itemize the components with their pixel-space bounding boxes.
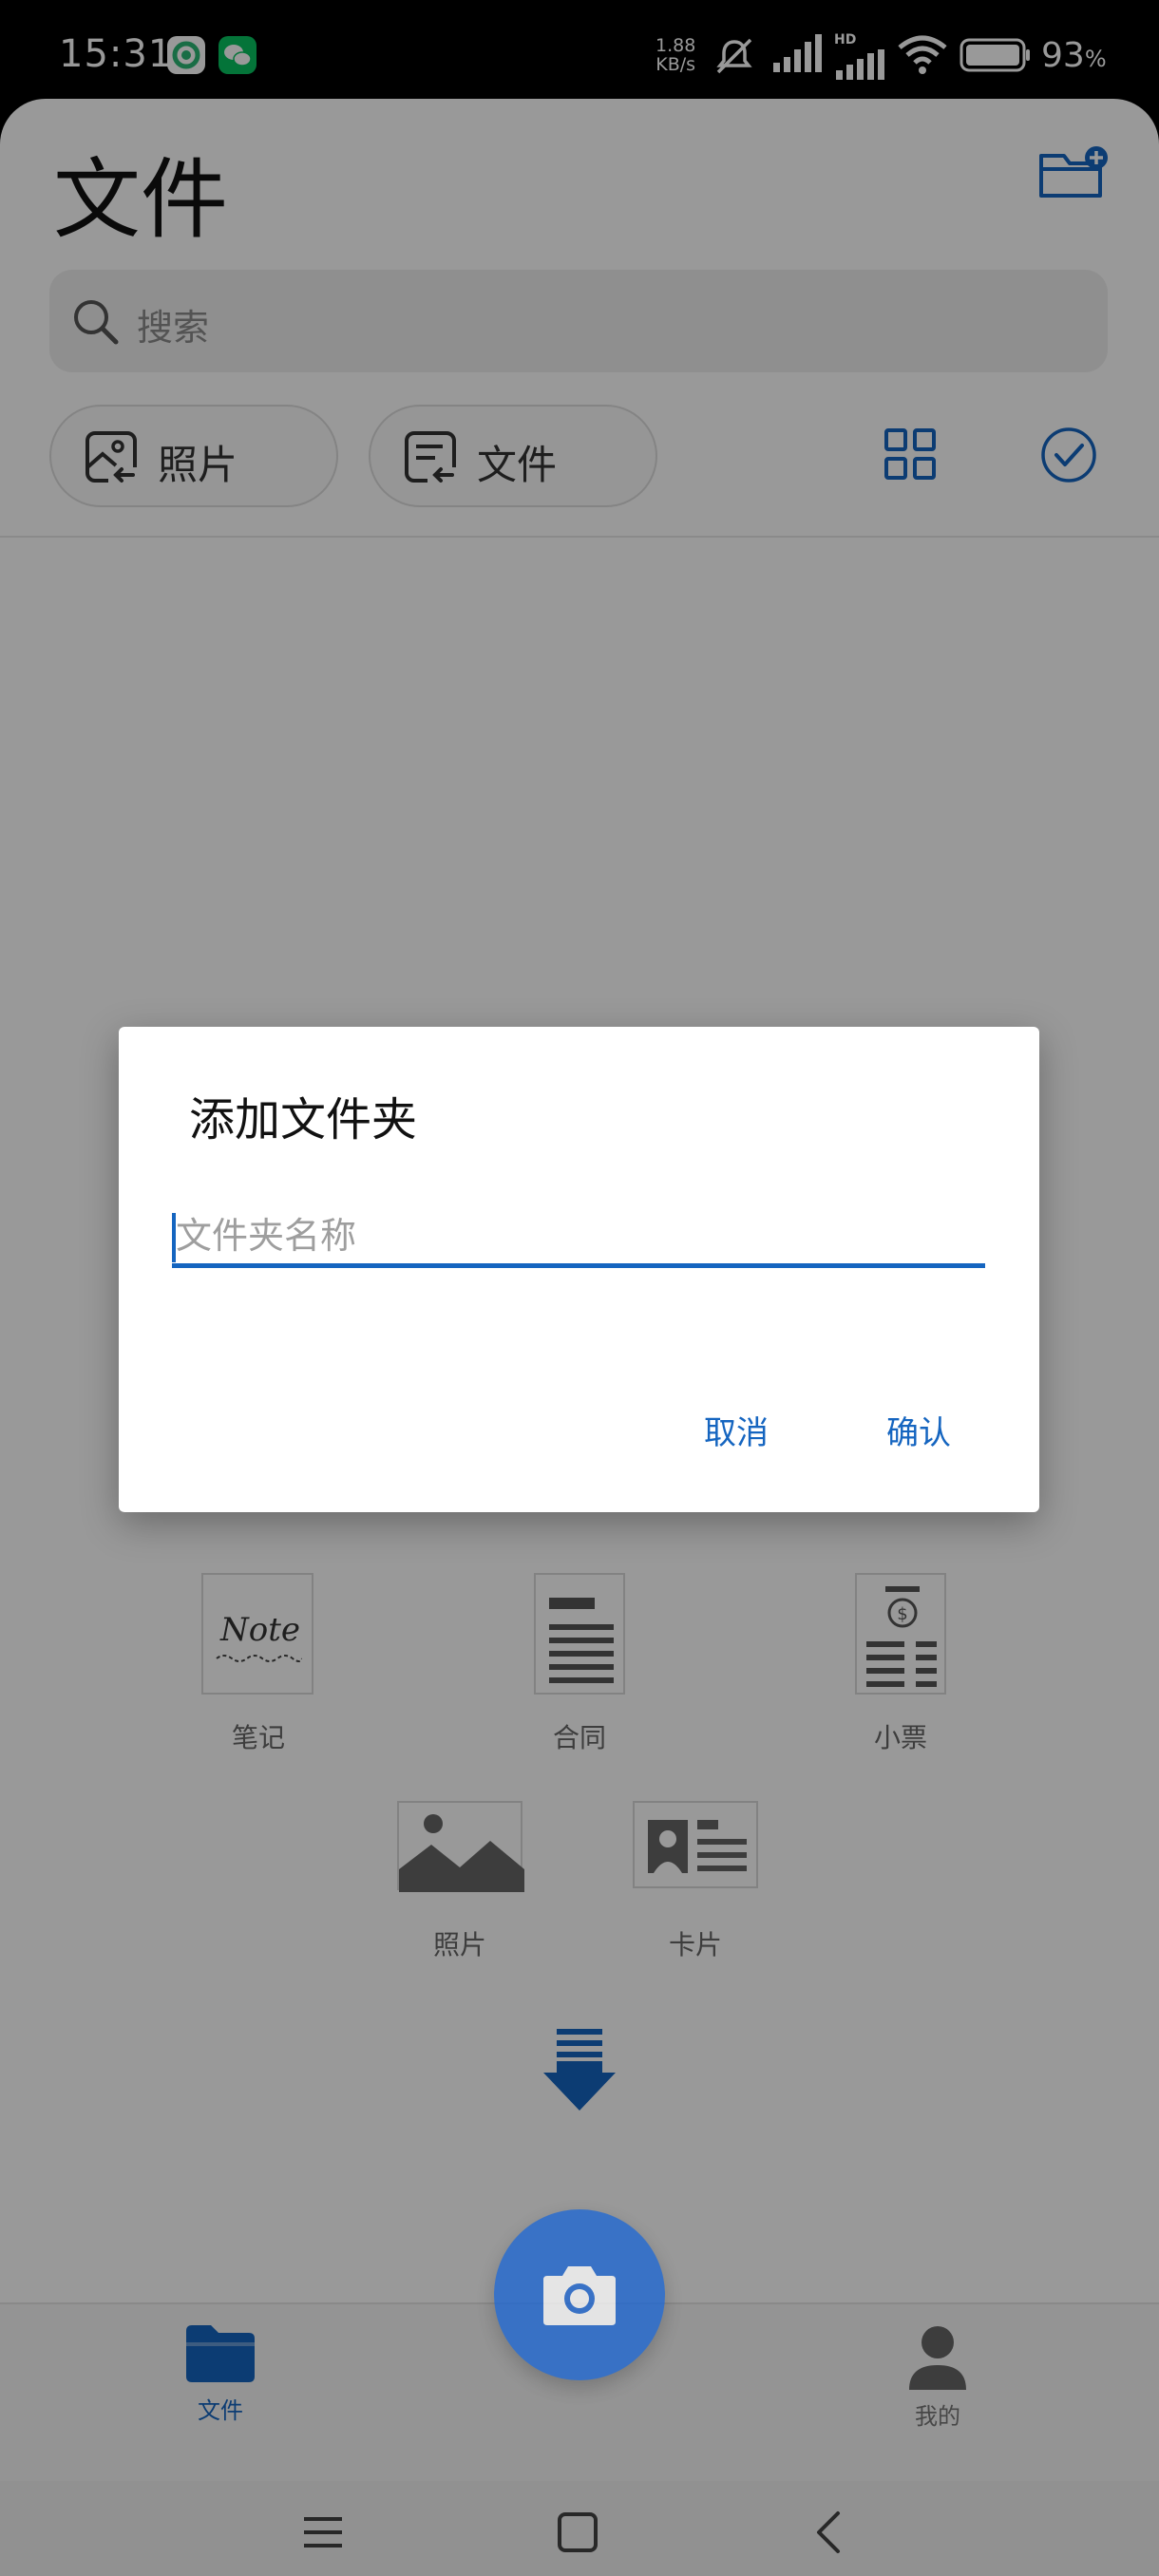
confirm-button[interactable]: 确认 xyxy=(875,1399,962,1461)
camera-fab[interactable] xyxy=(494,2209,665,2380)
dialog-title: 添加文件夹 xyxy=(189,1093,418,1146)
input-caret xyxy=(172,1213,176,1262)
cancel-button[interactable]: 取消 xyxy=(693,1399,780,1461)
camera-icon xyxy=(543,2266,616,2325)
folder-name-input[interactable] xyxy=(172,1207,985,1268)
add-folder-dialog: 添加文件夹 取消 确认 xyxy=(119,1027,1039,1512)
